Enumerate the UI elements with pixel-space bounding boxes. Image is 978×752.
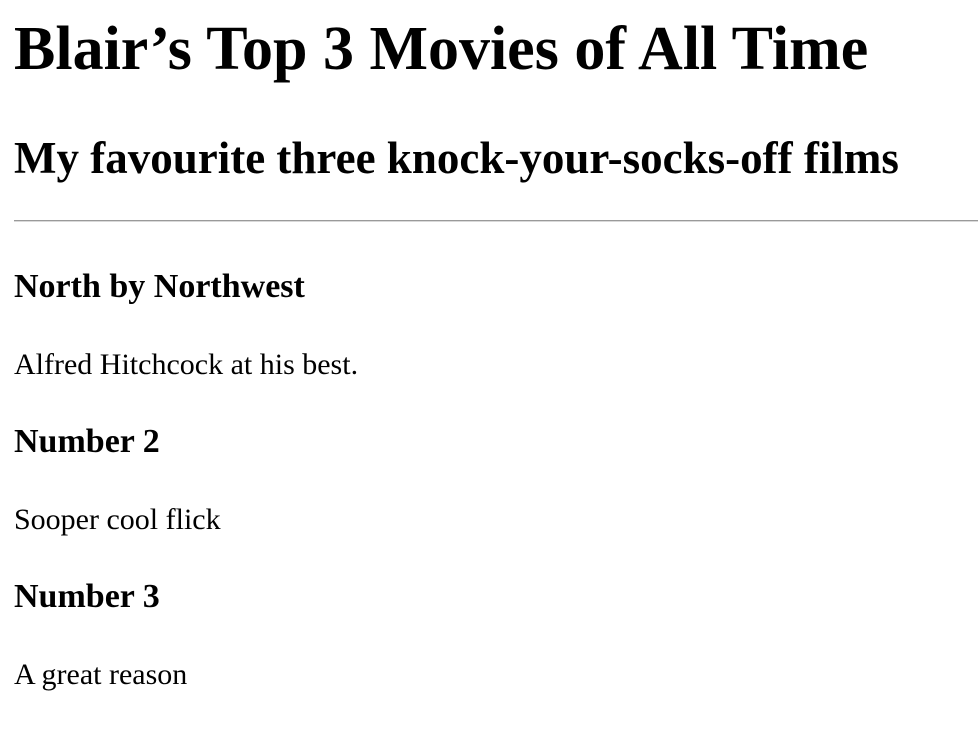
movie-title-3: Number 3: [14, 578, 160, 615]
movie-description-2: Sooper cool flick: [14, 503, 221, 536]
movie-description-3: A great reason: [14, 658, 188, 691]
page-subtitle: My favourite three knock-your-socks-off …: [14, 133, 899, 183]
divider: [14, 220, 978, 222]
movie-title-2: Number 2: [14, 423, 160, 460]
movie-description-1: Alfred Hitchcock at his best.: [14, 348, 359, 381]
movie-title-1: North by Northwest: [14, 268, 305, 305]
page-title: Blair’s Top 3 Movies of All Time: [14, 15, 869, 83]
